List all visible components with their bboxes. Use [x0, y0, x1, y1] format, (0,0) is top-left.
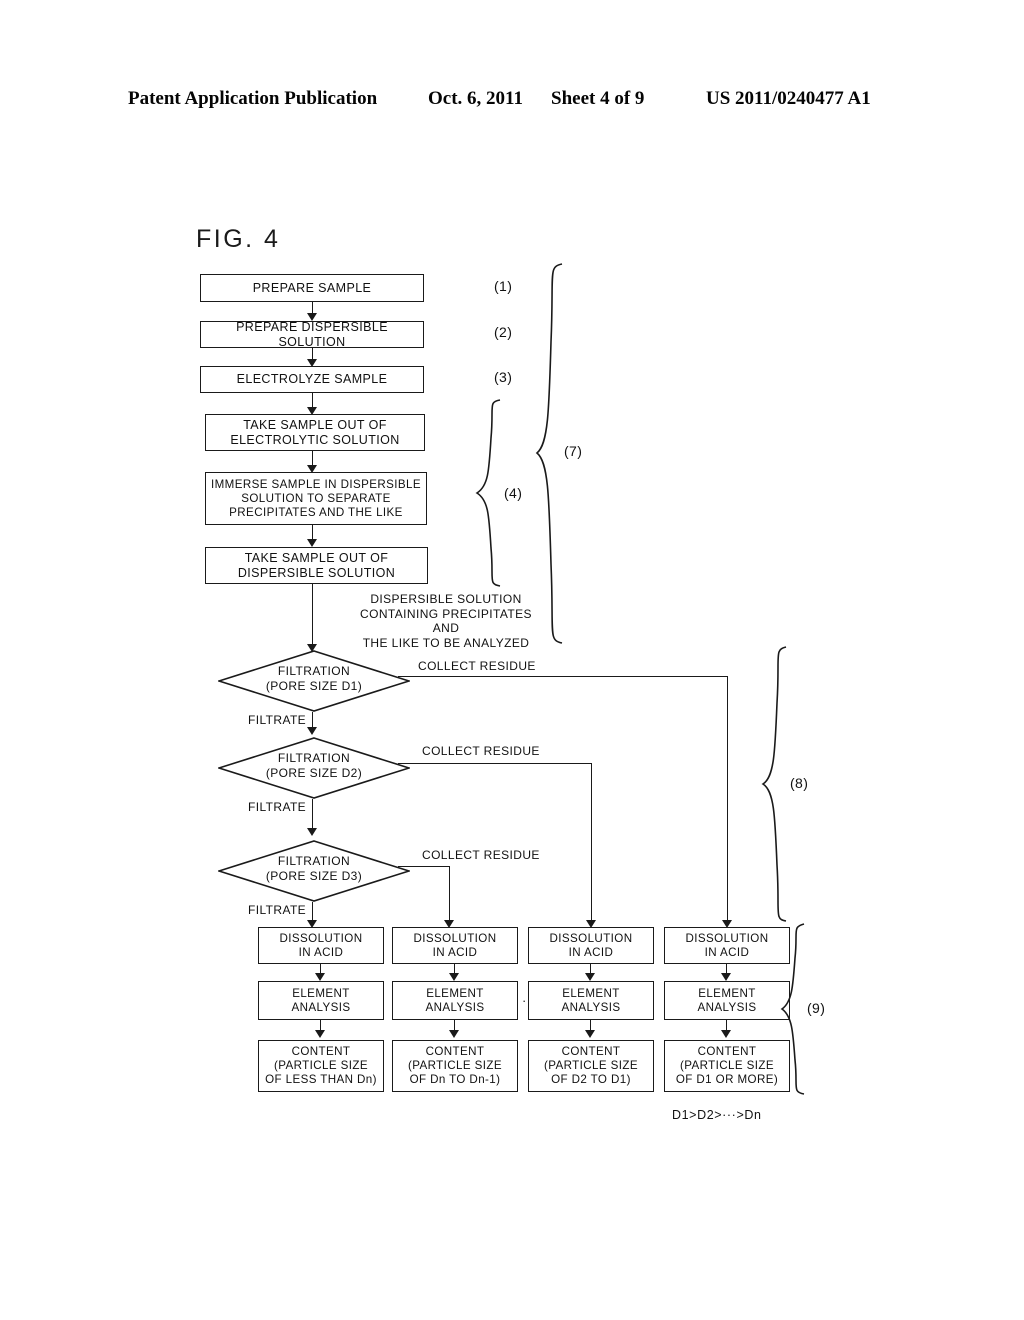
connector-f2-f3 [312, 799, 313, 831]
arrow-f1-f2 [307, 727, 317, 735]
group-brace-4 [474, 398, 504, 588]
arrow-s5-s6 [307, 539, 317, 547]
figure-title: FIG. 4 [196, 225, 281, 253]
filtrate-label-3: FILTRATE [248, 903, 307, 917]
filtrate-label-1: FILTRATE [248, 713, 307, 727]
analysis-box-content-4: CONTENT (PARTICLE SIZE OF D1 OR MORE) [664, 1040, 790, 1092]
analysis-box-dissolution-2: DISSOLUTION IN ACID [392, 927, 518, 964]
analysis-box-content-3: CONTENT (PARTICLE SIZE OF D2 TO D1) [528, 1040, 654, 1092]
group-ref-7: (7) [564, 443, 583, 459]
arrow-col4-diss-elem [721, 973, 731, 981]
analysis-box-dissolution-4: DISSOLUTION IN ACID [664, 927, 790, 964]
step-box-prepare-sample: PREPARE SAMPLE [200, 274, 424, 302]
decision-filtration-d3: FILTRATION (PORE SIZE D3) [218, 840, 410, 902]
arrow-col1-diss-elem [315, 973, 325, 981]
step-box-take-sample-out-dispersible: TAKE SAMPLE OUT OF DISPERSIBLE SOLUTION [205, 547, 428, 584]
step-box-take-sample-out-electrolytic: TAKE SAMPLE OUT OF ELECTROLYTIC SOLUTION [205, 414, 425, 451]
analysis-box-element-analysis-4: ELEMENT ANALYSIS [664, 981, 790, 1020]
group-ref-8: (8) [790, 775, 809, 791]
connector-s6-f1 [312, 584, 313, 646]
residue-path-2-vertical [591, 763, 592, 924]
decision-filtration-d1: FILTRATION (PORE SIZE D1) [218, 650, 410, 712]
group-brace-9 [780, 922, 808, 1096]
analysis-box-content-1: CONTENT (PARTICLE SIZE OF LESS THAN Dn) [258, 1040, 384, 1092]
residue-path-3-horizontal [398, 866, 450, 867]
residue-path-1-vertical [727, 676, 728, 924]
step-box-electrolyze-sample: ELECTROLYZE SAMPLE [200, 366, 424, 393]
collect-residue-label-3: COLLECT RESIDUE [422, 848, 540, 862]
step-ref-3: (3) [494, 369, 513, 385]
analysis-box-element-analysis-3: ELEMENT ANALYSIS [528, 981, 654, 1020]
group-brace-7 [534, 262, 566, 645]
patent-figure: FIG. 4 PREPARE SAMPLE (1) PREPARE DISPER… [0, 0, 1024, 1320]
group-ref-9: (9) [807, 1000, 826, 1016]
decision-filtration-d1-label: FILTRATION (PORE SIZE D1) [265, 664, 363, 693]
analysis-box-element-analysis-2: ELEMENT ANALYSIS [392, 981, 518, 1020]
residue-path-2-horizontal [398, 763, 592, 764]
step-box-immerse-sample: IMMERSE SAMPLE IN DISPERSIBLE SOLUTION T… [205, 472, 427, 525]
analysis-box-dissolution-3: DISSOLUTION IN ACID [528, 927, 654, 964]
step-ref-2: (2) [494, 324, 513, 340]
decision-filtration-d2: FILTRATION (PORE SIZE D2) [218, 737, 410, 799]
residue-path-1-horizontal [398, 676, 728, 677]
arrow-f2-f3 [307, 828, 317, 836]
arrow-col2-elem-content [449, 1030, 459, 1038]
residue-path-3-vertical [449, 866, 450, 924]
analysis-box-element-analysis-1: ELEMENT ANALYSIS [258, 981, 384, 1020]
step-ref-1: (1) [494, 278, 513, 294]
dispersible-solution-note: DISPERSIBLE SOLUTION CONTAINING PRECIPIT… [360, 592, 532, 650]
pore-size-order-formula: D1>D2>···>Dn [672, 1108, 762, 1122]
decision-filtration-d3-label: FILTRATION (PORE SIZE D3) [265, 854, 363, 883]
step-box-prepare-dispersible-solution: PREPARE DISPERSIBLE SOLUTION [200, 320, 424, 349]
collect-residue-label-2: COLLECT RESIDUE [422, 744, 540, 758]
arrow-col1-elem-content [315, 1030, 325, 1038]
arrow-col3-diss-elem [585, 973, 595, 981]
arrow-col2-diss-elem [449, 973, 459, 981]
group-ref-4: (4) [504, 485, 523, 501]
analysis-box-dissolution-1: DISSOLUTION IN ACID [258, 927, 384, 964]
analysis-box-content-2: CONTENT (PARTICLE SIZE OF Dn TO Dn-1) [392, 1040, 518, 1092]
collect-residue-label-1: COLLECT RESIDUE [418, 659, 536, 673]
decision-filtration-d2-label: FILTRATION (PORE SIZE D2) [265, 751, 363, 780]
arrow-col4-elem-content [721, 1030, 731, 1038]
group-brace-8 [760, 645, 790, 923]
filtrate-label-2: FILTRATE [248, 800, 307, 814]
arrow-col3-elem-content [585, 1030, 595, 1038]
